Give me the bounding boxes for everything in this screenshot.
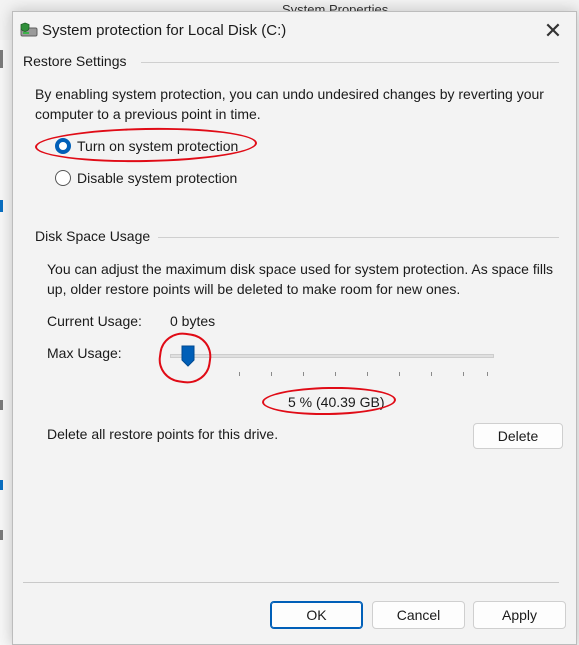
restore-settings-group: Restore Settings By enabling system prot…	[23, 52, 559, 232]
slider-tick	[463, 372, 464, 376]
radio-turn-on-protection[interactable]: Turn on system protection	[55, 138, 238, 154]
background-mark	[0, 530, 3, 540]
slider-thumb-icon[interactable]	[181, 345, 195, 367]
radio-selected-icon[interactable]	[55, 138, 71, 154]
current-usage-value: 0 bytes	[170, 313, 216, 329]
group-divider	[141, 62, 559, 63]
radio-disable-label: Disable system protection	[77, 170, 238, 186]
slider-tick	[271, 372, 272, 376]
background-mark	[0, 400, 3, 410]
disk-space-description: You can adjust the maximum disk space us…	[47, 261, 554, 297]
radio-unselected-icon[interactable]	[55, 170, 71, 186]
background-mark	[0, 480, 3, 490]
slider-tick	[335, 372, 336, 376]
title-bar[interactable]: System protection for Local Disk (C:) ✕	[13, 12, 576, 50]
cancel-button[interactable]: Cancel	[372, 601, 465, 629]
slider-tick	[487, 372, 488, 376]
close-button[interactable]: ✕	[530, 12, 576, 50]
current-usage-label: Current Usage:	[47, 313, 142, 329]
restore-settings-label: Restore Settings	[23, 53, 133, 69]
delete-restore-points-text: Delete all restore points for this drive…	[47, 426, 279, 442]
radio-turn-on-label: Turn on system protection	[77, 138, 239, 154]
system-protection-dialog: System protection for Local Disk (C:) ✕ …	[12, 11, 577, 645]
radio-disable-protection[interactable]: Disable system protection	[55, 170, 237, 186]
close-icon: ✕	[543, 18, 563, 43]
background-mark	[0, 200, 3, 212]
slider-tick	[431, 372, 432, 376]
slider-tick	[239, 372, 240, 376]
apply-button[interactable]: Apply	[473, 601, 566, 629]
max-usage-label: Max Usage:	[47, 345, 122, 361]
drive-shield-icon	[20, 22, 38, 37]
disk-space-label: Disk Space Usage	[35, 228, 157, 244]
slider-tick	[399, 372, 400, 376]
slider-tick	[367, 372, 368, 376]
slider-tick	[303, 372, 304, 376]
delete-button[interactable]: Delete	[473, 423, 563, 449]
footer-separator	[23, 582, 559, 583]
background-mark	[0, 50, 3, 68]
ok-button[interactable]: OK	[270, 601, 363, 629]
group-divider	[158, 237, 559, 238]
window-title: System protection for Local Disk (C:)	[42, 22, 287, 39]
restore-settings-description: By enabling system protection, you can u…	[35, 86, 544, 122]
max-usage-value: 5 % (40.39 GB)	[288, 394, 385, 410]
max-usage-slider-track[interactable]	[170, 354, 494, 358]
